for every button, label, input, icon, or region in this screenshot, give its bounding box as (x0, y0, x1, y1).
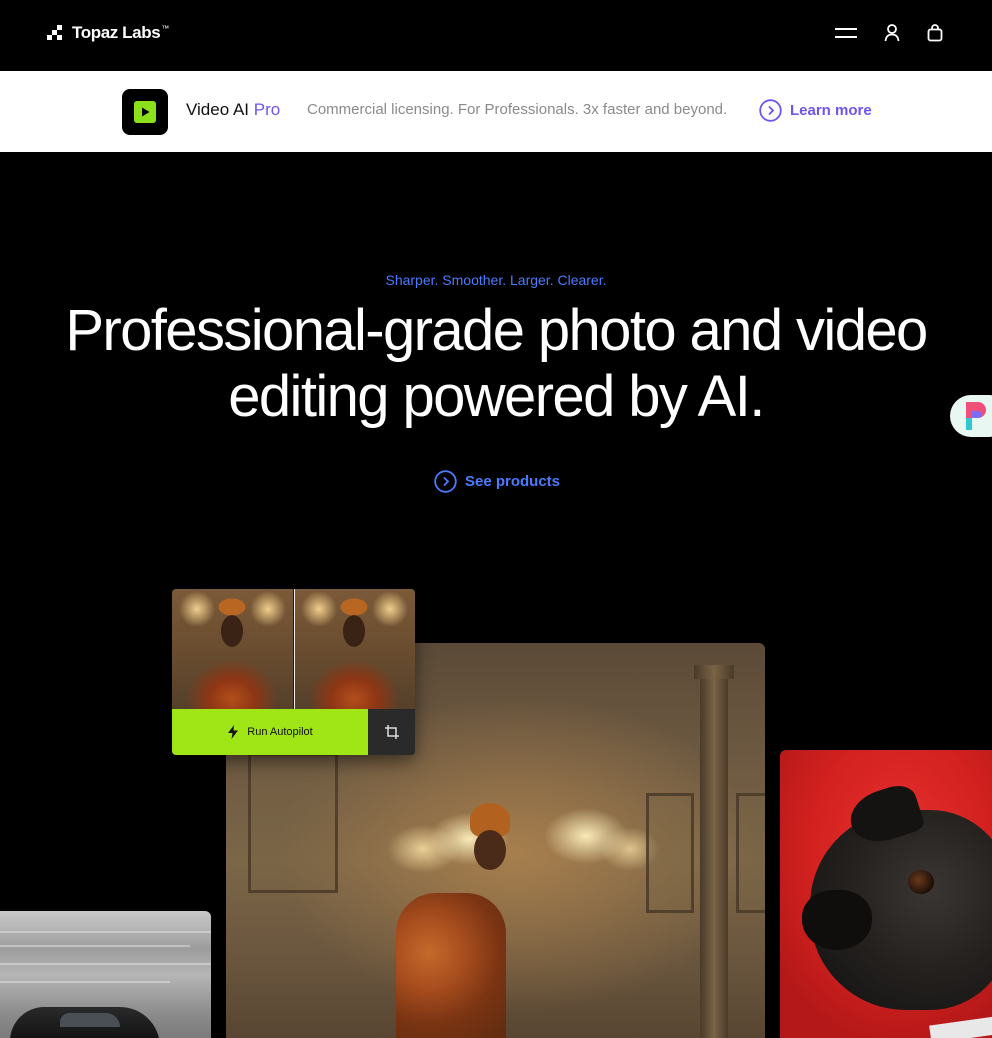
crop-icon (384, 725, 399, 739)
brand-name: Topaz Labs™ (72, 23, 169, 42)
pug-photo (780, 750, 992, 1038)
see-products-link[interactable]: See products (434, 470, 560, 493)
video-ai-app-icon (122, 89, 168, 135)
hero-eyebrow: Sharper. Smoother. Larger. Clearer. (385, 272, 607, 288)
promo-tagline: Commercial licensing. For Professionals.… (307, 101, 728, 118)
promo-banner: Video AI Pro Commercial licensing. For P… (0, 71, 992, 152)
crop-button[interactable] (368, 709, 415, 755)
account-icon[interactable] (878, 20, 906, 46)
before-image (172, 589, 293, 709)
cart-icon[interactable] (921, 20, 949, 46)
top-navigation: Topaz Labs™ (0, 0, 992, 71)
promo-product-name: Video AI Pro (186, 100, 281, 119)
chevron-right-circle-icon (434, 470, 457, 493)
run-autopilot-button[interactable]: Run Autopilot (172, 709, 368, 755)
logo-mark-icon (47, 25, 63, 41)
hero-headline: Professional-grade photo and video editi… (65, 298, 928, 429)
lightning-icon (228, 725, 239, 739)
menu-icon[interactable] (832, 20, 860, 46)
chevron-right-circle-icon (759, 99, 782, 122)
learn-more-link[interactable]: Learn more (759, 99, 872, 122)
floating-widget-button[interactable] (950, 395, 992, 437)
car-photo (0, 911, 211, 1038)
before-after-thumbnail: Run Autopilot (172, 589, 415, 755)
widget-logo-icon (966, 402, 986, 430)
play-icon (142, 107, 150, 117)
topaz-labs-logo[interactable]: Topaz Labs™ (47, 23, 169, 43)
after-image (294, 589, 415, 709)
comparison-divider[interactable] (294, 589, 295, 709)
